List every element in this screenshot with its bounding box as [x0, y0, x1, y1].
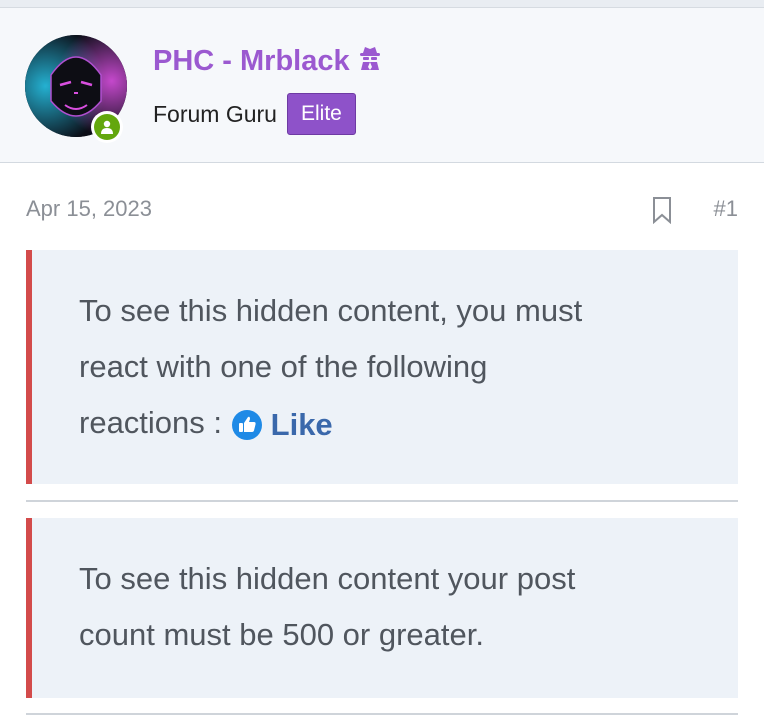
like-reaction-label[interactable]: Like: [271, 397, 333, 453]
divider: [26, 713, 738, 715]
divider: [26, 500, 738, 502]
post-number-link[interactable]: #1: [714, 196, 738, 222]
hidden-text-line: To see this hidden content your post: [79, 561, 576, 596]
user-online-icon: [94, 114, 120, 140]
hidden-content-block-reaction: To see this hidden content, you must rea…: [26, 250, 738, 484]
user-title-row: Forum Guru Elite: [153, 93, 356, 135]
reactions-prefix: reactions :: [79, 405, 223, 440]
username-text[interactable]: PHC - Mrblack: [153, 45, 350, 78]
hidden-text-line: react with one of the following: [79, 349, 488, 384]
bookmark-icon[interactable]: [651, 196, 673, 229]
user-title: Forum Guru: [153, 100, 277, 127]
user-header: PHC - Mrblack Forum Guru Elite: [0, 8, 764, 163]
top-strip: [0, 0, 764, 8]
hidden-text-line: To see this hidden content, you must: [79, 293, 583, 328]
like-reaction-link[interactable]: Like: [231, 397, 333, 453]
hidden-content-block-post-count: To see this hidden content your post cou…: [26, 518, 738, 698]
spy-icon: [356, 43, 384, 79]
post-meta: Apr 15, 2023 #1: [26, 196, 738, 226]
thumbs-up-icon: [231, 409, 262, 440]
online-status-badge: [91, 111, 123, 143]
hidden-text-line: count must be 500 or greater.: [79, 617, 484, 652]
username-link[interactable]: PHC - Mrblack: [153, 43, 384, 79]
post-date[interactable]: Apr 15, 2023: [26, 196, 152, 222]
user-banner-badge: Elite: [286, 93, 356, 135]
avatar-wrap[interactable]: [25, 35, 127, 143]
hidden-text-reactions-line: reactions : Like: [79, 395, 333, 453]
